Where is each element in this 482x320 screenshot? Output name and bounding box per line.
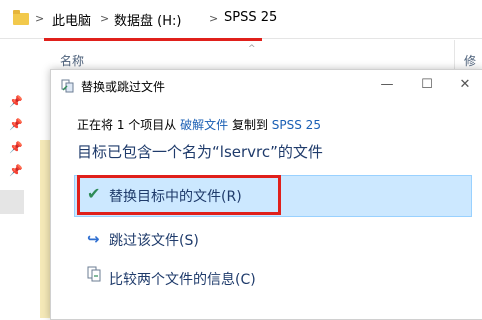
column-header-name[interactable]: 名称 <box>60 52 84 69</box>
column-header-modified[interactable]: 修 <box>464 52 476 69</box>
pin-icon: 📌 <box>9 118 23 131</box>
close-button[interactable]: ✕ <box>447 73 482 97</box>
file-list-strip <box>40 140 50 318</box>
sort-caret-icon: ^ <box>248 44 256 54</box>
copy-info-text: 正在将 1 个项目从 破解文件 复制到 SPSS 25 <box>77 116 321 133</box>
pin-icon: 📌 <box>9 164 23 177</box>
pin-icon: 📌 <box>9 141 23 154</box>
destination-folder-link[interactable]: SPSS 25 <box>272 118 321 132</box>
skip-arrow-icon: ↪ <box>87 230 100 248</box>
dialog-title: 替换或跳过文件 <box>81 80 166 94</box>
info-middle: 复制到 <box>231 118 268 132</box>
breadcrumb-data-drive[interactable]: 数据盘 (H:) <box>114 10 181 29</box>
pin-icon: 📌 <box>9 95 23 108</box>
breadcrumb-this-pc[interactable]: 此电脑 <box>52 10 91 29</box>
chevron-right-icon: > <box>209 12 219 25</box>
nav-selected-item[interactable] <box>0 190 24 214</box>
annotation-underline <box>44 38 262 41</box>
source-folder-link[interactable]: 破解文件 <box>180 118 228 132</box>
info-prefix: 正在将 1 个项目从 <box>77 118 177 132</box>
breadcrumb-spss25[interactable]: SPSS 25 <box>224 10 277 25</box>
skip-option-label[interactable]: 跳过该文件(S) <box>109 230 199 250</box>
replace-skip-dialog: 替换或跳过文件 — ☐ ✕ 正在将 1 个项目从 破解文件 复制到 SPSS 2… <box>50 69 482 320</box>
chevron-right-icon: > <box>100 12 110 25</box>
dialog-heading: 目标已包含一个名为“lservrc”的文件 <box>77 143 323 161</box>
replace-option-label[interactable]: 替换目标中的文件(R) <box>109 186 242 206</box>
compare-files-icon <box>87 266 101 282</box>
navigation-pane[interactable] <box>0 40 40 318</box>
maximize-button[interactable]: ☐ <box>409 73 445 97</box>
minimize-button[interactable]: — <box>369 73 405 97</box>
chevron-right-icon: > <box>35 12 45 25</box>
checkmark-icon: ✔ <box>87 184 101 203</box>
copy-file-icon <box>61 79 74 93</box>
compare-option-label[interactable]: 比较两个文件的信息(C) <box>109 269 256 289</box>
folder-icon <box>13 10 29 25</box>
